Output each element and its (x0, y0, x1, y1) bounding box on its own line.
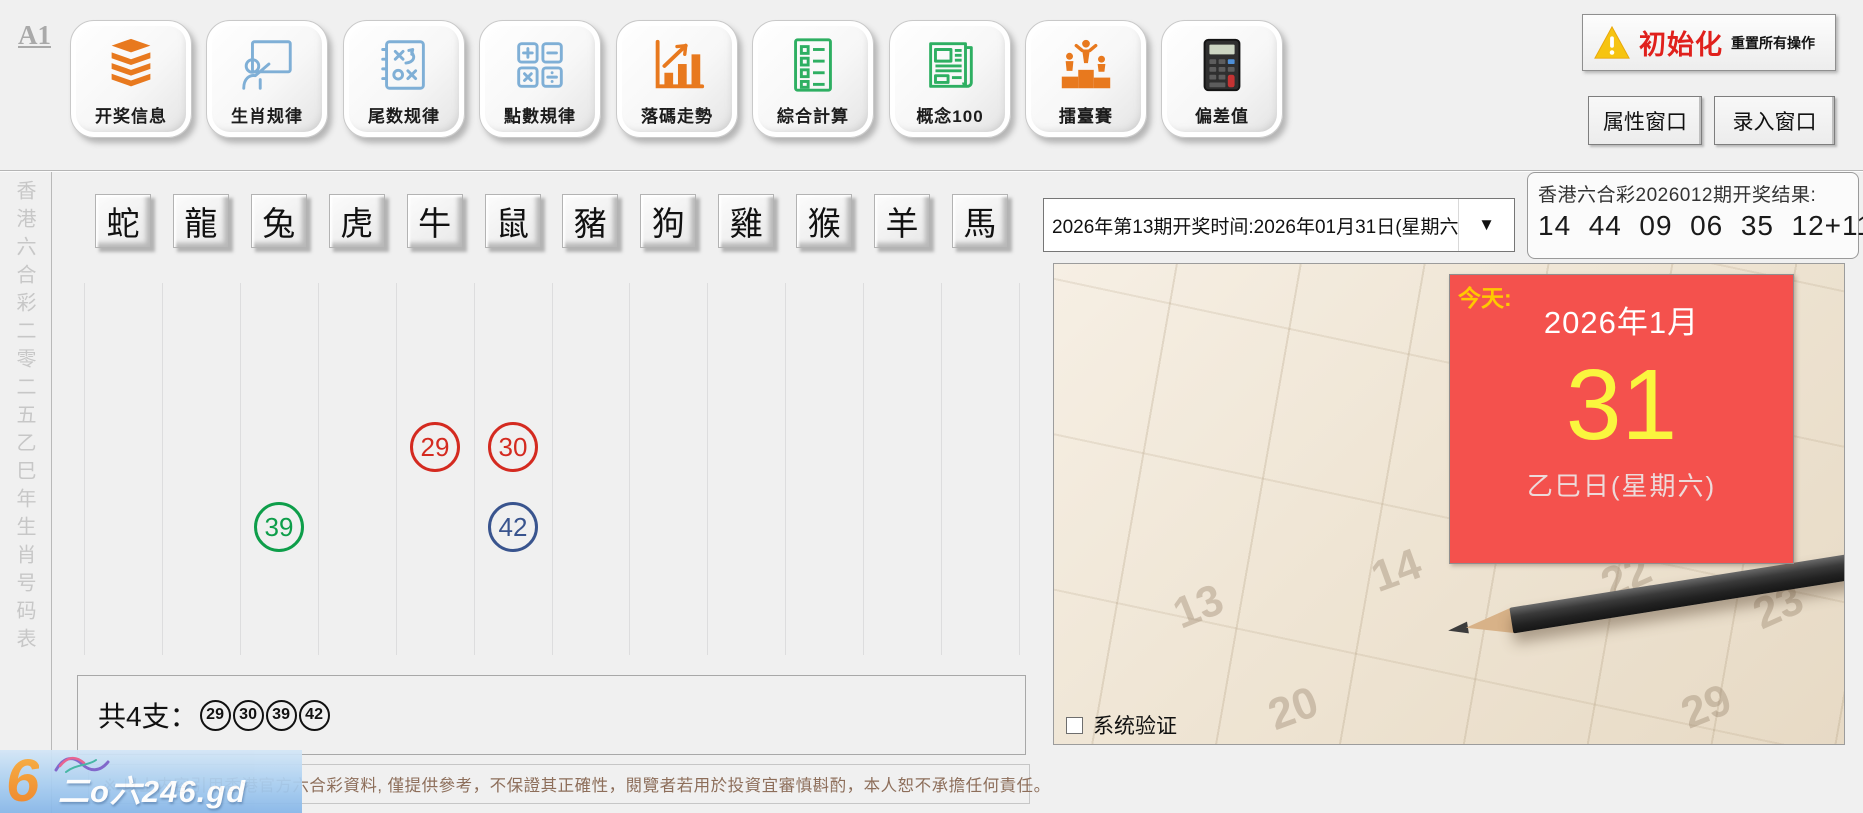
toolbar-button-label: 落碼走勢 (641, 107, 713, 126)
person-board-icon (236, 34, 298, 96)
number-ball-30: 30 (488, 422, 538, 472)
number-ball-39: 39 (254, 502, 304, 552)
watermark-text: 二o六246.gd (58, 774, 247, 809)
properties-window-label: 属性窗口 (1603, 110, 1687, 134)
system-verify-checkbox-row[interactable]: 系统验证 (1066, 710, 1177, 740)
zodiac-column (84, 283, 163, 655)
draw-result-title: 香港六合彩2026012期开奖结果: (1538, 185, 1817, 206)
initialize-subtitle: 重置所有操作 (1731, 34, 1815, 51)
zodiac-column (786, 283, 865, 655)
today-day-info: 乙巳日(星期六) (1526, 471, 1717, 501)
entry-window-label: 录入窗口 (1732, 110, 1817, 134)
zodiac-column (163, 283, 241, 655)
summary-label: 共4支： (98, 701, 198, 732)
zodiac-button-9[interactable]: 雞 (718, 194, 775, 248)
zodiac-button-11[interactable]: 羊 (874, 194, 930, 248)
summary-box: 共4支： 29 30 39 42 (77, 675, 1026, 755)
summary-number-29: 29 (199, 699, 231, 731)
chevron-down-icon[interactable]: ▼ (1458, 199, 1514, 251)
watermark: 6 二o六246.gd (0, 750, 302, 813)
draw-result-box: 香港六合彩2026012期开奖结果: 14 44 09 06 35 12+11 (1527, 172, 1863, 259)
zodiac-column (553, 283, 631, 655)
zodiac-column (241, 283, 319, 655)
today-day: 31 (1565, 349, 1678, 461)
properties-window-button[interactable]: 属性窗口 (1588, 96, 1702, 145)
toolbar-button-newspaper[interactable]: 概念100 (889, 20, 1011, 138)
zodiac-button-4[interactable]: 虎 (328, 194, 385, 248)
zodiac-button-8[interactable]: 狗 (640, 194, 697, 248)
draw-result-numbers: 14 44 09 06 35 12+11 (1538, 210, 1863, 241)
books-icon (100, 34, 162, 96)
initialize-button[interactable]: 初始化 重置所有操作 (1582, 14, 1836, 71)
checklist-icon (782, 34, 844, 96)
watermark-logo: 6 (6, 750, 39, 813)
warning-triangle-icon (1593, 24, 1631, 62)
strategy-pad-icon (373, 34, 435, 96)
zodiac-button-5[interactable]: 牛 (406, 194, 463, 248)
period-select[interactable]: 2026年第13期开奖时间:2026年01月31日(星期六) ▼ (1043, 198, 1515, 252)
vertical-title: 香港六合彩二零二五乙巳年生肖号码表 (13, 180, 35, 656)
zodiac-button-3[interactable]: 兔 (250, 194, 307, 248)
toolbar-button-label: 擂臺賽 (1059, 107, 1113, 126)
math-signs-icon (509, 34, 571, 96)
summary-number-42: 42 (298, 699, 330, 731)
zodiac-button-12[interactable]: 馬 (951, 194, 1008, 248)
podium-icon (1055, 34, 1117, 96)
number-ball-42: 42 (488, 502, 538, 552)
zodiac-button-10[interactable]: 猴 (796, 194, 853, 248)
zodiac-column (319, 283, 397, 655)
toolbar-button-label: 點數規律 (504, 107, 576, 126)
zodiac-column (942, 283, 1021, 655)
zodiac-button-2[interactable]: 龍 (172, 194, 229, 248)
zodiac-column (708, 283, 787, 655)
toolbar-button-checklist[interactable]: 綜合計算 (752, 20, 874, 138)
summary-numbers: 29 30 39 42 (198, 699, 330, 731)
app-window: A1 开奖信息 生肖规律 尾数规律 點數規律 落碼走勢 綜合計算 概念100 擂臺賽 偏差值 初… (0, 0, 1863, 813)
toolbar-button-podium[interactable]: 擂臺賽 (1025, 20, 1147, 138)
calculator-icon (1191, 34, 1253, 96)
toolbar-button-label: 生肖规律 (231, 107, 303, 126)
today-card: 今天: 2026年1月 31 乙巳日(星期六) (1449, 274, 1794, 564)
toolbar-button-calculator[interactable]: 偏差值 (1161, 20, 1283, 138)
number-ball-29: 29 (410, 422, 460, 472)
summary-number-39: 39 (265, 699, 297, 731)
zodiac-column (864, 283, 943, 655)
corner-label: A1 (18, 20, 51, 50)
toolbar-button-books[interactable]: 开奖信息 (70, 20, 192, 138)
today-label: 今天: (1458, 285, 1512, 311)
zodiac-number-grid: 29 30 39 42 (84, 283, 1021, 655)
system-verify-label: 系统验证 (1093, 715, 1177, 738)
toolbar-button-label: 偏差值 (1195, 107, 1249, 126)
system-verify-checkbox[interactable] (1066, 716, 1083, 734)
toolbar-button-bar-trend[interactable]: 落碼走勢 (616, 20, 738, 138)
zodiac-button-7[interactable]: 豬 (562, 194, 619, 248)
newspaper-icon (919, 34, 981, 96)
toolbar-button-label: 概念100 (916, 107, 984, 126)
toolbar-button-strategy-pad[interactable]: 尾数规律 (343, 20, 465, 138)
initialize-label: 初始化 (1639, 30, 1723, 60)
toolbar-button-label: 綜合計算 (777, 107, 849, 126)
left-panel-border (51, 172, 52, 813)
bar-trend-icon (646, 34, 708, 96)
entry-window-button[interactable]: 录入窗口 (1714, 96, 1835, 145)
zodiac-button-6[interactable]: 鼠 (484, 194, 541, 248)
toolbar-button-person-board[interactable]: 生肖规律 (206, 20, 328, 138)
toolbar-button-label: 开奖信息 (95, 107, 167, 126)
zodiac-button-1[interactable]: 蛇 (95, 194, 151, 248)
toolbar-button-math-signs[interactable]: 點數規律 (479, 20, 601, 138)
toolbar-button-label: 尾数规律 (368, 107, 440, 126)
period-select-value: 2026年第13期开奖时间:2026年01月31日(星期六) (1052, 216, 1458, 238)
zodiac-column (630, 283, 709, 655)
calendar-panel: 13 14 22 20 29 23 今天: 2026年1月 31 乙巳日(星期六) 系统验… (1053, 263, 1845, 745)
summary-number-30: 30 (232, 699, 264, 731)
